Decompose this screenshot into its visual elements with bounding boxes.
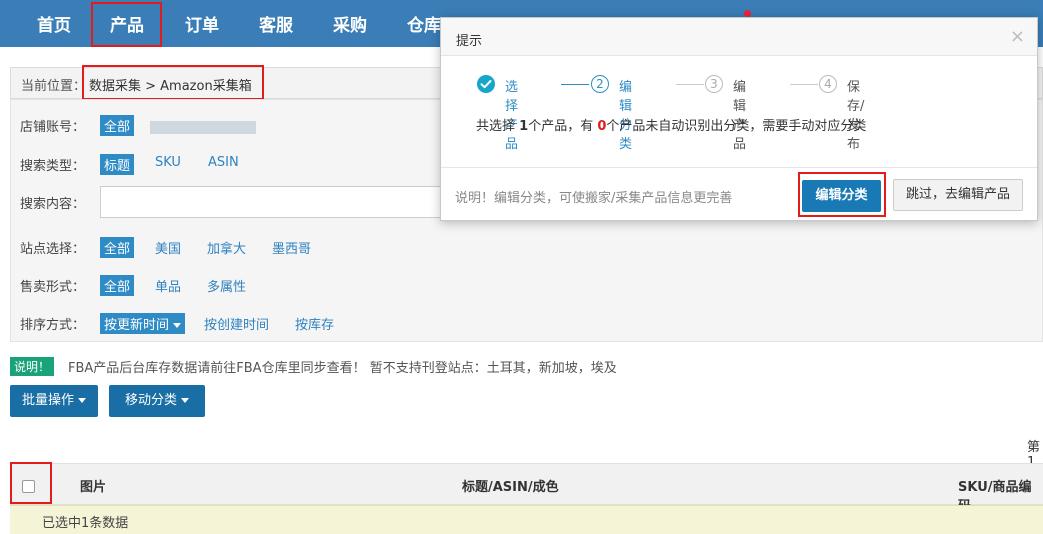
sort-by-stock[interactable]: 按库存 bbox=[291, 313, 338, 334]
store-account-blurred bbox=[150, 121, 256, 134]
prompt-dialog: 提示 × 选择产品 2 编辑分类 3 编辑产品 4 保存/发布 共选择 1个产品… bbox=[440, 17, 1038, 221]
skip-to-edit-product-button[interactable]: 跳过，去编辑产品 bbox=[893, 179, 1023, 211]
notice-text: FBA产品后台库存数据请前往FBA仓库里同步查看！ 暂不支持刊登站点：土耳其，新… bbox=[68, 361, 617, 376]
site-canada[interactable]: 加拿大 bbox=[203, 237, 250, 258]
close-icon[interactable]: × bbox=[1010, 26, 1025, 47]
nav-product[interactable]: 产品 bbox=[97, 0, 157, 47]
footer-note: 说明！编辑分类，可使搬家/采集产品信息更完善 bbox=[455, 191, 733, 206]
sale-form-single[interactable]: 单品 bbox=[151, 275, 185, 296]
sort-by-create[interactable]: 按创建时间 bbox=[200, 313, 273, 334]
search-type-asin[interactable]: ASIN bbox=[204, 154, 243, 171]
dialog-footer: 说明！编辑分类，可使搬家/采集产品信息更完善 编辑分类 跳过，去编辑产品 bbox=[441, 167, 1037, 220]
select-all-checkbox[interactable] bbox=[22, 480, 35, 493]
notice-badge: 说明！ bbox=[10, 357, 55, 376]
step-2-number: 2 bbox=[591, 75, 609, 93]
nav-customer-service[interactable]: 客服 bbox=[246, 0, 306, 47]
col-image: 图片 bbox=[80, 480, 107, 495]
search-input[interactable] bbox=[100, 186, 445, 218]
site-mexico[interactable]: 墨西哥 bbox=[268, 237, 315, 258]
chevron-down-icon bbox=[78, 398, 86, 403]
batch-action-label: 批量操作 bbox=[21, 393, 74, 408]
batch-action-button[interactable]: 批量操作 bbox=[10, 385, 98, 417]
step-2-label: 编辑分类 bbox=[619, 80, 633, 152]
nav-purchase[interactable]: 采购 bbox=[320, 0, 380, 47]
notification-dot bbox=[744, 10, 751, 17]
search-type-title[interactable]: 标题 bbox=[100, 154, 135, 175]
message-mid: 个产品，有 bbox=[528, 119, 598, 134]
nav-orders[interactable]: 订单 bbox=[172, 0, 232, 47]
step-connector bbox=[790, 84, 818, 85]
dialog-message: 共选择 1个产品，有 0个产品未自动识别出分类，需要手动对应分类 bbox=[476, 115, 866, 134]
site-all[interactable]: 全部 bbox=[100, 237, 135, 258]
store-label: 店铺账号： bbox=[20, 120, 86, 135]
site-us[interactable]: 美国 bbox=[151, 237, 185, 258]
step-connector bbox=[676, 84, 704, 85]
chevron-down-icon bbox=[181, 398, 189, 403]
move-category-button[interactable]: 移动分类 bbox=[109, 385, 205, 417]
sort-label: 排序方式： bbox=[20, 318, 86, 333]
site-label: 站点选择： bbox=[20, 242, 86, 257]
selection-summary-text: 已选中1条数据 bbox=[42, 516, 129, 531]
edit-category-button[interactable]: 编辑分类 bbox=[802, 180, 881, 212]
sale-form-multi[interactable]: 多属性 bbox=[203, 275, 250, 296]
move-category-label: 移动分类 bbox=[124, 393, 177, 408]
dialog-title: 提示 bbox=[456, 34, 483, 49]
col-title-asin: 标题/ASIN/成色 bbox=[462, 480, 559, 495]
step-connector bbox=[561, 84, 589, 85]
sort-by-update-label: 按更新时间 bbox=[104, 318, 170, 333]
step-4-label: 保存/发布 bbox=[847, 80, 865, 152]
step-3-label: 编辑产品 bbox=[733, 80, 747, 152]
step-4-number: 4 bbox=[819, 75, 837, 93]
sort-by-update[interactable]: 按更新时间 bbox=[100, 313, 186, 334]
store-all-option[interactable]: 全部 bbox=[100, 115, 135, 136]
message-prefix: 共选择 bbox=[476, 119, 520, 134]
nav-home[interactable]: 首页 bbox=[24, 0, 84, 47]
table-header: 图片 标题/ASIN/成色 SKU/商品编码 bbox=[10, 463, 1043, 514]
message-suffix: 个产品未自动识别出分类，需要手动对应分类 bbox=[606, 119, 867, 134]
sale-form-all[interactable]: 全部 bbox=[100, 275, 135, 296]
sale-form-label: 售卖形式： bbox=[20, 280, 86, 295]
step-1-label: 选择产品 bbox=[505, 80, 519, 152]
search-type-label: 搜索类型： bbox=[20, 159, 86, 174]
search-type-sku[interactable]: SKU bbox=[151, 154, 185, 171]
selected-count: 1 bbox=[519, 119, 529, 134]
check-icon bbox=[477, 75, 495, 93]
chevron-down-icon bbox=[173, 323, 182, 328]
breadcrumb-path[interactable]: 数据采集 > Amazon采集箱 bbox=[89, 75, 252, 94]
selection-summary-row: 已选中1条数据 bbox=[10, 505, 1043, 534]
search-content-label: 搜索内容： bbox=[20, 197, 86, 212]
step-3-number: 3 bbox=[705, 75, 723, 93]
dialog-header: 提示 × bbox=[441, 18, 1037, 56]
breadcrumb-label: 当前位置： bbox=[21, 79, 87, 94]
